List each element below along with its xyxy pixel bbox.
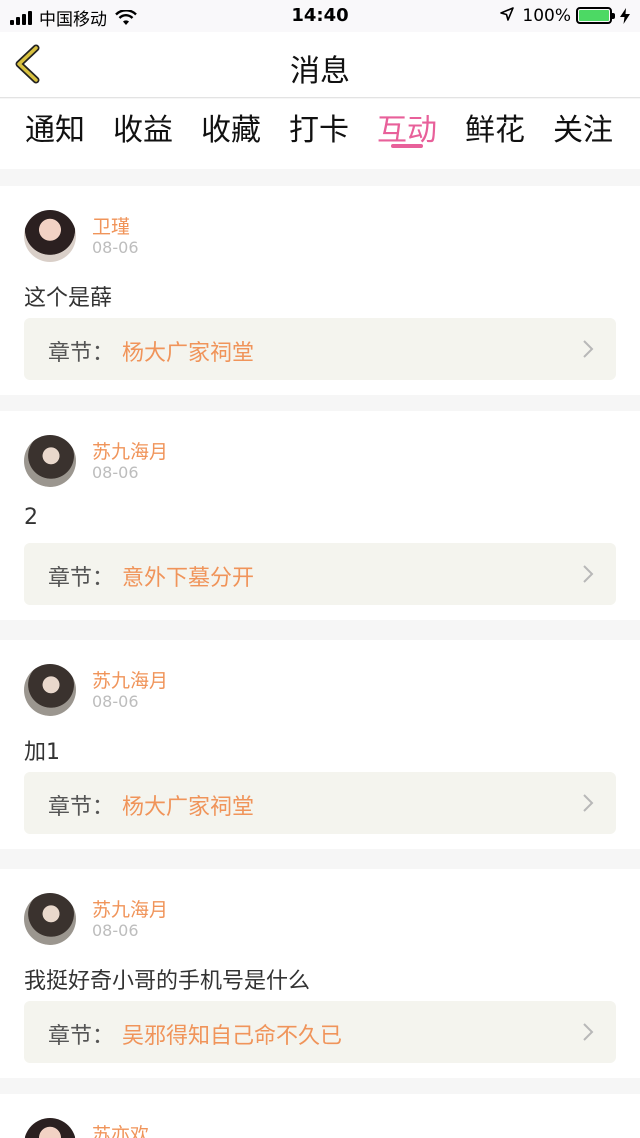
active-tab-indicator bbox=[391, 144, 423, 148]
message-time: 08-06 bbox=[92, 692, 139, 711]
message-time: 08-06 bbox=[92, 238, 139, 257]
tab-interaction[interactable]: 互动 bbox=[363, 105, 451, 149]
message-content: 2 bbox=[24, 505, 38, 530]
battery-icon bbox=[576, 7, 615, 24]
location-arrow-icon bbox=[500, 5, 515, 26]
avatar[interactable] bbox=[24, 435, 76, 487]
chapter-name: 杨大广家祠堂 bbox=[122, 341, 255, 366]
chevron-right-icon bbox=[583, 794, 594, 812]
battery-percent: 100% bbox=[522, 5, 571, 26]
avatar[interactable] bbox=[24, 1118, 76, 1138]
tab-bar: 通知 收益 收藏 打卡 互动 鲜花 关注 bbox=[0, 99, 640, 169]
tab-favorites[interactable]: 收藏 bbox=[187, 105, 275, 149]
message-card: 卫瑾 08-06 这个是薛 章节： 杨大广家祠堂 bbox=[0, 186, 640, 395]
chapter-label: 章节： bbox=[48, 1024, 115, 1049]
message-card: 苏九海月 08-06 加1 章节： 杨大广家祠堂 bbox=[0, 640, 640, 849]
chevron-right-icon bbox=[583, 565, 594, 583]
tab-earnings[interactable]: 收益 bbox=[99, 105, 187, 149]
username[interactable]: 苏亦欢 bbox=[92, 1120, 149, 1138]
chapter-link[interactable]: 章节： 意外下墓分开 bbox=[24, 543, 616, 605]
chapter-link[interactable]: 章节： 吴邪得知自己命不久已 bbox=[24, 1001, 616, 1063]
chapter-link[interactable]: 章节： 杨大广家祠堂 bbox=[24, 318, 616, 380]
tab-notifications[interactable]: 通知 bbox=[11, 105, 99, 149]
message-content: 这个是薛 bbox=[24, 286, 113, 311]
username[interactable]: 苏九海月 bbox=[92, 895, 168, 922]
message-card: 苏亦欢 bbox=[0, 1094, 640, 1138]
tab-following[interactable]: 关注 bbox=[539, 105, 627, 149]
message-card: 苏九海月 08-06 我挺好奇小哥的手机号是什么 章节： 吴邪得知自己命不久已 bbox=[0, 869, 640, 1078]
chevron-right-icon bbox=[583, 340, 594, 358]
message-content: 我挺好奇小哥的手机号是什么 bbox=[24, 969, 311, 994]
chapter-label: 章节： bbox=[48, 566, 115, 591]
username[interactable]: 苏九海月 bbox=[92, 666, 168, 693]
username[interactable]: 卫瑾 bbox=[92, 212, 130, 239]
chapter-label: 章节： bbox=[48, 341, 115, 366]
nav-bar: 消息 bbox=[0, 32, 640, 98]
chapter-label: 章节： bbox=[48, 795, 115, 820]
tab-checkin[interactable]: 打卡 bbox=[275, 105, 363, 149]
status-right: 100% bbox=[500, 5, 630, 26]
page-title: 消息 bbox=[290, 54, 350, 89]
chevron-right-icon bbox=[583, 1023, 594, 1041]
status-bar: 中国移动 14:40 100% bbox=[0, 0, 640, 32]
message-content: 加1 bbox=[24, 740, 60, 765]
avatar[interactable] bbox=[24, 210, 76, 262]
charging-bolt-icon bbox=[620, 7, 630, 24]
message-time: 08-06 bbox=[92, 921, 139, 940]
chapter-name: 杨大广家祠堂 bbox=[122, 795, 255, 820]
avatar[interactable] bbox=[24, 664, 76, 716]
message-card: 苏九海月 08-06 2 章节： 意外下墓分开 bbox=[0, 411, 640, 620]
message-time: 08-06 bbox=[92, 463, 139, 482]
avatar[interactable] bbox=[24, 893, 76, 945]
chapter-link[interactable]: 章节： 杨大广家祠堂 bbox=[24, 772, 616, 834]
chapter-name: 意外下墓分开 bbox=[122, 566, 255, 591]
chapter-name: 吴邪得知自己命不久已 bbox=[122, 1024, 343, 1049]
username[interactable]: 苏九海月 bbox=[92, 437, 168, 464]
tab-flowers[interactable]: 鲜花 bbox=[451, 105, 539, 149]
